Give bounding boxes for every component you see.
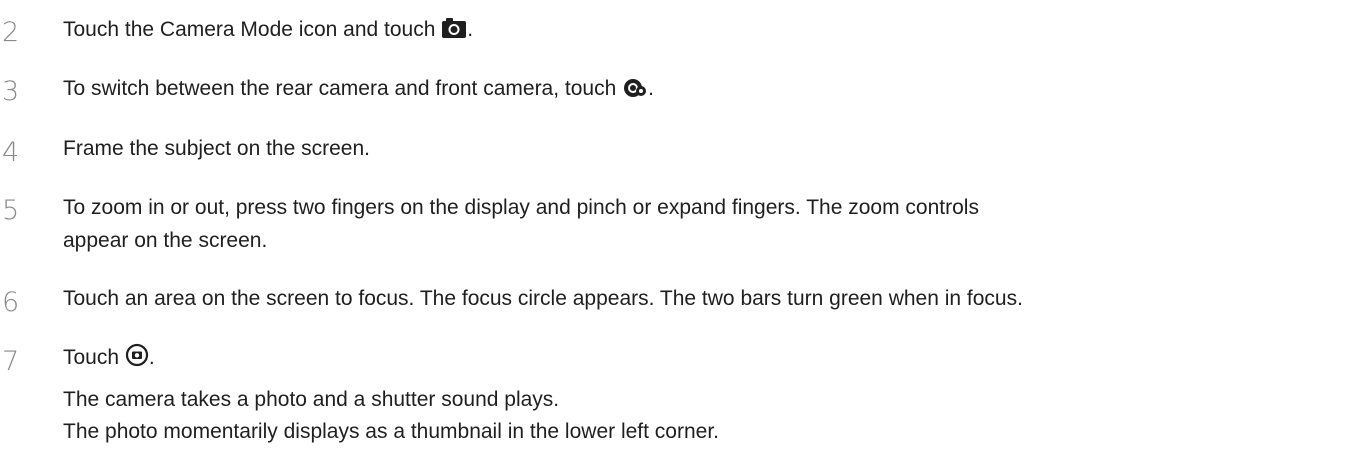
step-number: 6 xyxy=(2,287,20,318)
step-text-before: To switch between the rear camera and fr… xyxy=(63,77,623,100)
step-number: 5 xyxy=(2,195,20,226)
step-text-after: . xyxy=(148,346,155,369)
step-text: Touch . xyxy=(63,342,155,377)
step-text-after: . xyxy=(467,18,474,41)
step-number: 3 xyxy=(2,76,20,107)
step-note: The photo momentarily displays as a thum… xyxy=(63,420,719,443)
step-number: 4 xyxy=(2,137,20,168)
camera-icon xyxy=(441,17,467,49)
step-text-before: Touch xyxy=(63,346,125,369)
step-text: To switch between the rear camera and fr… xyxy=(63,73,654,108)
step-text-before: Touch the Camera Mode icon and touch xyxy=(63,18,442,41)
step-note: The camera takes a photo and a shutter s… xyxy=(63,388,560,411)
step-text: Frame the subject on the screen. xyxy=(63,137,370,160)
step-text-line-2: appear on the screen. xyxy=(63,229,268,252)
shutter-icon xyxy=(125,343,149,377)
step-text-line-1: To zoom in or out, press two fingers on … xyxy=(63,196,979,219)
step-text-after: . xyxy=(648,77,654,100)
step-number: 7 xyxy=(2,346,20,377)
step-number: 2 xyxy=(2,17,20,48)
step-text: Touch the Camera Mode icon and touch . xyxy=(63,14,473,49)
switch-camera-icon xyxy=(622,76,648,108)
step-text: Touch an area on the screen to focus. Th… xyxy=(63,287,1023,310)
